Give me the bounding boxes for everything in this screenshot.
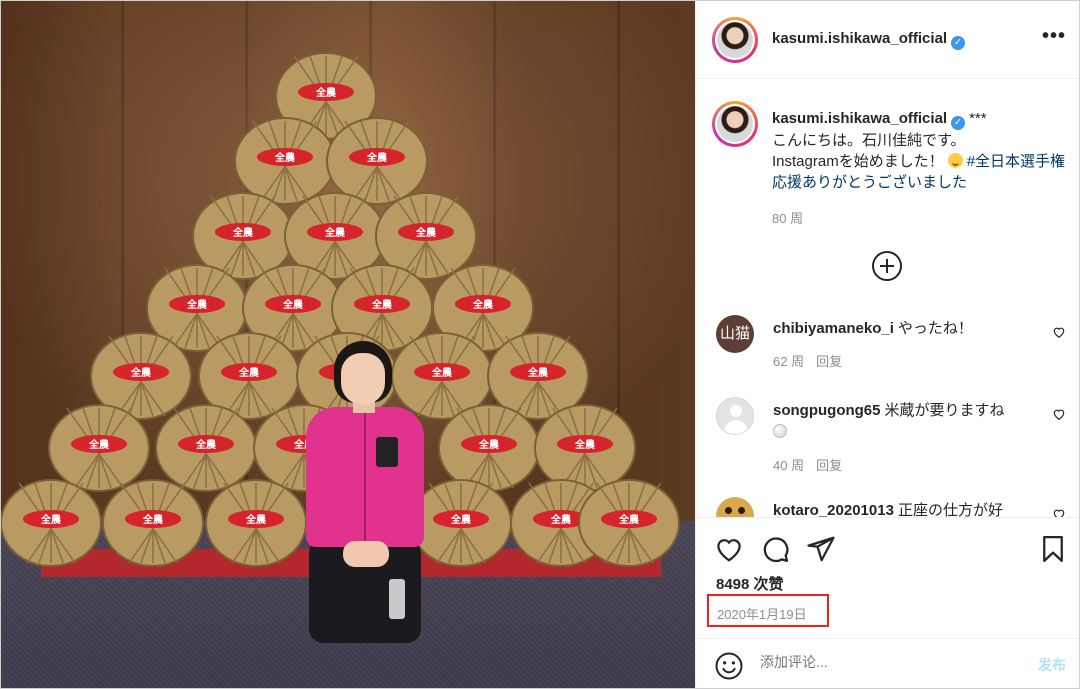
rice-bale: 全農 <box>48 404 150 492</box>
instagram-post-window: 全農 全農 全農 全農 全農 全農 全農 全農 全農 全農 全農 全農 全農 全農 全農 全農 全農 全農 全農 全農… <box>0 0 1080 689</box>
bale-label: 全農 <box>245 513 267 526</box>
like-comment-heart-icon[interactable] <box>1052 407 1066 421</box>
bale-label: 全農 <box>274 151 296 164</box>
load-more-comments-icon[interactable] <box>872 251 902 281</box>
rice-bale: 全農 <box>1 479 102 567</box>
bale-label: 全農 <box>618 513 640 526</box>
rice-bale: 全農 <box>438 404 540 492</box>
rice-bale: 全農 <box>205 479 307 567</box>
bale-label: 全農 <box>450 513 472 526</box>
comment-time[interactable]: 40 周 <box>773 458 804 473</box>
emoji-picker-icon[interactable] <box>714 651 744 681</box>
bale-label: 全農 <box>550 513 572 526</box>
comment-avatar[interactable] <box>716 397 754 435</box>
more-options-icon[interactable]: ••• <box>1042 25 1066 48</box>
bale-label: 全農 <box>574 438 596 451</box>
rice-bale: 全農 <box>102 479 204 567</box>
like-count[interactable]: 8498 次赞 <box>716 573 784 594</box>
bale-label: 全農 <box>366 151 388 164</box>
comment-input[interactable] <box>760 654 1010 670</box>
comment-username[interactable]: chibiyamaneko_i <box>773 320 894 337</box>
caption-timestamp[interactable]: 80 周 <box>772 208 803 227</box>
comment-bubble-icon[interactable] <box>760 534 790 564</box>
bale-label: 全農 <box>324 226 346 239</box>
date-highlight-box: 2020年1月19日 <box>707 594 829 627</box>
bale-label: 全農 <box>415 226 437 239</box>
bale-label: 全農 <box>371 298 393 311</box>
caption-line-2: Instagramを始めました！ <box>772 153 944 170</box>
post-header: kasumi.ishikawa_official ✓ ••• <box>696 1 1079 79</box>
rice-bale: 全農 <box>578 479 680 567</box>
comment-text: songpugong65 米蔵が要りますね <box>773 400 1043 444</box>
like-comment-heart-icon[interactable] <box>1052 325 1066 339</box>
bale-label: 全農 <box>315 86 337 99</box>
comment-body: やったね！ <box>897 320 973 337</box>
bale-label: 全農 <box>478 438 500 451</box>
caption-username[interactable]: kasumi.ishikawa_official <box>772 110 947 127</box>
add-comment-bar: 发布 <box>696 638 1079 688</box>
bale-label: 全農 <box>40 513 62 526</box>
post-photo[interactable]: 全農 全農 全農 全農 全農 全農 全農 全農 全農 全農 全農 全農 全農 全農 全農 全農 全農 全農 全農 全農… <box>1 1 695 688</box>
save-bookmark-icon[interactable] <box>1038 534 1068 564</box>
rice-bale: 全農 <box>234 117 336 205</box>
bale-label: 全農 <box>282 298 304 311</box>
reply-button[interactable]: 回复 <box>816 354 842 369</box>
verified-badge-icon: ✓ <box>951 36 966 50</box>
bale-label: 全農 <box>186 298 208 311</box>
comment-username[interactable]: songpugong65 <box>773 402 881 419</box>
profile-avatar[interactable] <box>712 17 758 63</box>
bale-label: 全農 <box>130 366 152 379</box>
rice-bale: 全農 <box>155 404 257 492</box>
bale-label: 全農 <box>195 438 217 451</box>
comment-meta: 40 周回复 <box>773 455 842 474</box>
comment-body: 米蔵が要りますね <box>884 402 1005 419</box>
bale-label: 全農 <box>431 366 453 379</box>
comment-time[interactable]: 62 周 <box>773 354 804 369</box>
like-heart-icon[interactable] <box>714 534 744 564</box>
post-sidebar: kasumi.ishikawa_official ✓ ••• kasumi.ish… <box>695 1 1079 688</box>
caption-text: kasumi.ishikawa_official ✓ *** こんにちは。石川佳純で… <box>772 108 1068 193</box>
verified-badge-icon: ✓ <box>951 116 966 130</box>
comment-item: songpugong65 米蔵が要りますね 40 周回复 <box>712 397 1072 497</box>
bale-label: 全農 <box>142 513 164 526</box>
rice-bale: 全農 <box>534 404 636 492</box>
comment-avatar[interactable]: 山猫 <box>716 315 754 353</box>
caption-line-1: こんにちは。石川佳純です。 <box>772 132 966 149</box>
post-date[interactable]: 2020年1月19日 <box>717 604 807 623</box>
comment-meta: 62 周回复 <box>773 351 842 370</box>
comment-text: chibiyamaneko_i やったね！ <box>773 318 1043 339</box>
header-username[interactable]: kasumi.ishikawa_official ✓ <box>772 30 966 50</box>
bale-label: 全農 <box>88 438 110 451</box>
bale-label: 全農 <box>472 298 494 311</box>
caption-avatar[interactable] <box>712 101 758 147</box>
bale-label: 全農 <box>527 366 549 379</box>
rice-bale: 全農 <box>326 117 428 205</box>
share-send-icon[interactable] <box>806 534 836 564</box>
caption-stars: *** <box>969 110 987 127</box>
reply-button[interactable]: 回复 <box>816 458 842 473</box>
bale-label: 全農 <box>232 226 254 239</box>
athlete-figure <box>301 341 431 646</box>
ping-pong-ball-emoji-icon <box>773 424 787 438</box>
post-actions: 8498 次赞 2020年1月19日 发布 <box>696 517 1079 688</box>
bale-label: 全農 <box>238 366 260 379</box>
post-comment-button[interactable]: 发布 <box>1038 655 1066 675</box>
smile-emoji-icon <box>947 153 963 168</box>
